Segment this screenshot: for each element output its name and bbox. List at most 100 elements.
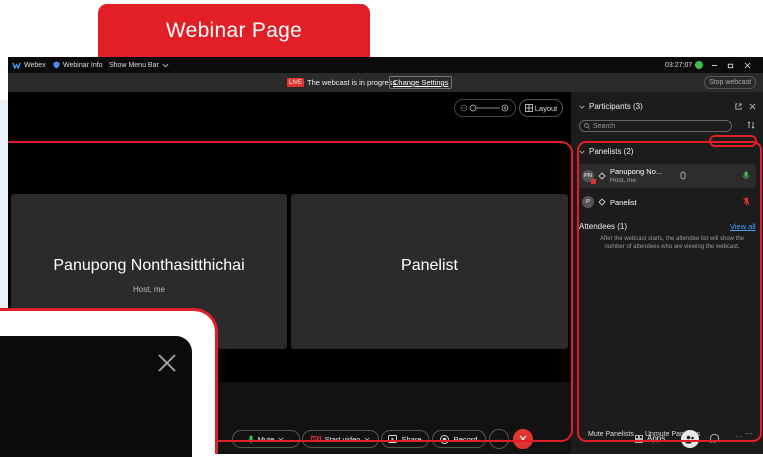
- people-icon: [685, 435, 694, 443]
- show-menu-bar-toggle[interactable]: Show Menu Bar: [109, 57, 169, 73]
- apps-grid-icon: [635, 434, 643, 443]
- record-button[interactable]: Record: [432, 430, 486, 448]
- minimize-button[interactable]: [711, 57, 718, 73]
- page-banner: Webinar Page: [98, 4, 370, 57]
- live-badge: LIVE: [287, 78, 304, 87]
- host-badge-icon: [598, 172, 606, 180]
- restore-icon: [727, 63, 734, 68]
- stop-webcast-button[interactable]: Stop webcast: [704, 76, 757, 89]
- mute-label: Mute: [257, 434, 275, 444]
- popout-panel-button[interactable]: [735, 103, 742, 110]
- more-options-icon[interactable]: ···: [735, 432, 743, 441]
- zoom-control[interactable]: [454, 99, 516, 117]
- search-icon: [584, 123, 590, 129]
- participants-title: Participants (3): [589, 102, 643, 111]
- record-label: Record: [453, 434, 478, 444]
- chat-icon: [710, 434, 719, 443]
- callout-close-button[interactable]: [157, 353, 177, 373]
- close-icon: [749, 103, 756, 110]
- mute-panelists-button[interactable]: Mute Panelists: [588, 431, 634, 438]
- start-video-label: Start video: [324, 434, 361, 444]
- close-panel-button[interactable]: [749, 103, 756, 110]
- panelist-row-panelist[interactable]: P Panelist: [578, 192, 756, 212]
- tile-name: Panelist: [401, 257, 458, 274]
- share-label: Share: [401, 434, 422, 444]
- panelist-name: Panelist: [610, 197, 637, 207]
- microphone-icon: [247, 435, 254, 443]
- avatar: P: [582, 196, 594, 208]
- webinar-info-label: Webinar Info: [63, 61, 103, 69]
- panelist-name: Panupong No...: [610, 167, 663, 176]
- minimize-icon: [711, 64, 718, 66]
- search-placeholder: Search: [593, 122, 616, 130]
- banner-title: Webinar Page: [165, 18, 303, 42]
- panelists-header: Panelists (2): [589, 147, 634, 156]
- mute-button[interactable]: Mute: [232, 430, 300, 448]
- start-video-button[interactable]: Start video: [302, 430, 379, 448]
- sort-icon: [747, 121, 755, 129]
- record-icon: [440, 434, 450, 444]
- video-tile-panelist[interactable]: Panelist: [291, 194, 568, 349]
- chevron-down-icon: [162, 63, 169, 67]
- grid-icon: [524, 104, 533, 112]
- panelist-row-host[interactable]: PN Panupong No... Host, me: [578, 164, 756, 188]
- show-menu-bar-label: Show Menu Bar: [109, 61, 159, 69]
- apps-button[interactable]: Apps: [635, 434, 665, 443]
- app-name: Webex: [24, 61, 46, 69]
- more-controls-button[interactable]: ···: [489, 429, 509, 449]
- connection-status-icon: [695, 61, 704, 69]
- chevron-down-icon: [579, 105, 585, 109]
- panelists-section-header[interactable]: Panelists (2): [579, 147, 633, 156]
- close-window-button[interactable]: [744, 57, 751, 73]
- share-button[interactable]: Share: [381, 430, 429, 448]
- webinar-info-menu[interactable]: Webinar Info: [53, 57, 103, 73]
- chevron-down-icon: [579, 150, 585, 154]
- microphone-icon: [743, 171, 749, 180]
- webex-logo-icon: [12, 62, 21, 69]
- webex-menu[interactable]: Webex: [12, 57, 46, 73]
- change-settings-button[interactable]: Change Settings: [389, 76, 453, 89]
- video-off-icon: [310, 435, 321, 443]
- close-icon: [744, 62, 751, 68]
- cohost-badge-icon: [598, 198, 606, 206]
- hand-icon: [680, 171, 686, 180]
- chat-button[interactable]: [710, 434, 719, 443]
- video-off-badge-icon: [591, 179, 596, 184]
- panelist-role: Host, me: [610, 177, 637, 184]
- chevron-down-icon: [364, 437, 370, 441]
- clock: 03:27:07: [665, 57, 704, 73]
- avatar-initials: P: [586, 199, 590, 205]
- title-bar: Webex Webinar Info Show Menu Bar 03:27:0…: [8, 57, 763, 73]
- zoom-callout: [0, 308, 218, 457]
- participant-search-input[interactable]: Search: [579, 120, 732, 132]
- shield-icon: [53, 61, 60, 69]
- panelist-mic-button[interactable]: [743, 197, 750, 206]
- participants-header[interactable]: Participants (3): [579, 102, 643, 111]
- zoom-callout-content: [0, 336, 192, 457]
- view-all-link[interactable]: View all: [730, 222, 756, 231]
- microphone-muted-icon: [743, 197, 750, 206]
- panelist-mic-button[interactable]: [743, 171, 749, 180]
- popout-icon: [735, 103, 742, 110]
- more-options-icon: ···: [495, 434, 503, 444]
- attendees-note: After the webcast starts, the attendee l…: [599, 236, 745, 250]
- attendees-header: Attendees (1): [579, 222, 628, 231]
- chevron-down-icon: [278, 437, 284, 441]
- zoom-slider[interactable]: [455, 100, 515, 116]
- webcast-status-bar: LIVE The webcast is in progress. Change …: [8, 73, 763, 92]
- maximize-button[interactable]: [727, 57, 734, 73]
- layout-label: Layout: [534, 103, 558, 113]
- share-screen-icon: [388, 435, 398, 443]
- more-options-icon[interactable]: ···: [745, 429, 753, 438]
- apps-label: Apps: [647, 434, 666, 443]
- avatar: PN: [582, 170, 596, 184]
- close-icon: [158, 354, 176, 372]
- leave-meeting-button[interactable]: [513, 429, 533, 449]
- sort-button[interactable]: [747, 121, 755, 129]
- clock-time: 03:27:07: [665, 61, 693, 69]
- tile-name: Panupong Nonthasitthichai: [53, 257, 245, 274]
- participants-toggle-button[interactable]: [681, 430, 699, 448]
- layout-button[interactable]: Layout: [519, 99, 563, 117]
- close-icon: [519, 435, 527, 443]
- participants-panel: Participants (3) Search Panelists (2) PN…: [571, 92, 763, 454]
